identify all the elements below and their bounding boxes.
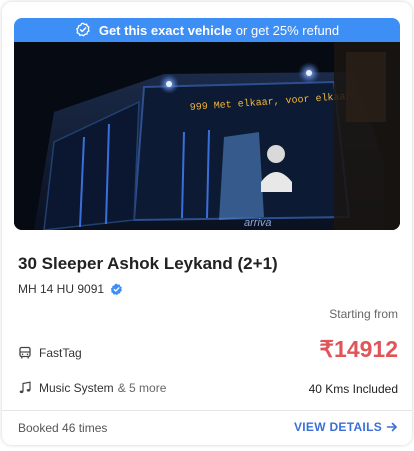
arrow-right-icon <box>386 421 398 433</box>
view-details-label: VIEW DETAILS <box>293 420 382 434</box>
vehicle-photo: 999 Met elkaar, voor elkaar! arriva <box>14 42 400 230</box>
vehicle-plate: MH 14 HU 9091 <box>18 282 123 296</box>
view-details-button[interactable]: VIEW DETAILS <box>294 420 398 434</box>
plate-number: MH 14 HU 9091 <box>18 282 105 296</box>
card-divider <box>2 410 412 411</box>
vehicle-card[interactable]: Get this exact vehicle or get 25% refund <box>2 2 412 445</box>
vehicle-title: 30 Sleeper Ashok Leykand (2+1) <box>18 254 278 273</box>
banner-rest-text: or get 25% refund <box>235 22 340 38</box>
verified-check-icon <box>110 283 123 296</box>
feature-fasttag-label: FastTag <box>39 346 82 360</box>
bus-brand-text: arriva <box>244 217 272 229</box>
feature-music-system: Music System & 5 more <box>18 381 166 395</box>
more-features-text: & 5 more <box>117 381 167 395</box>
booked-count: Booked 46 times <box>18 421 108 435</box>
music-note-icon <box>18 381 32 395</box>
kms-included: 40 Kms Included <box>308 382 398 396</box>
bus-icon <box>18 346 32 360</box>
verified-badge-icon <box>75 22 91 38</box>
starting-from-label: Starting from <box>329 307 398 321</box>
banner-bold-text: Get this exact vehicle <box>98 22 232 38</box>
feature-music-label: Music System <box>39 381 114 395</box>
price-value: ₹14912 <box>319 336 398 362</box>
exact-vehicle-banner: Get this exact vehicle or get 25% refund <box>14 18 400 42</box>
feature-fasttag: FastTag <box>18 346 82 360</box>
